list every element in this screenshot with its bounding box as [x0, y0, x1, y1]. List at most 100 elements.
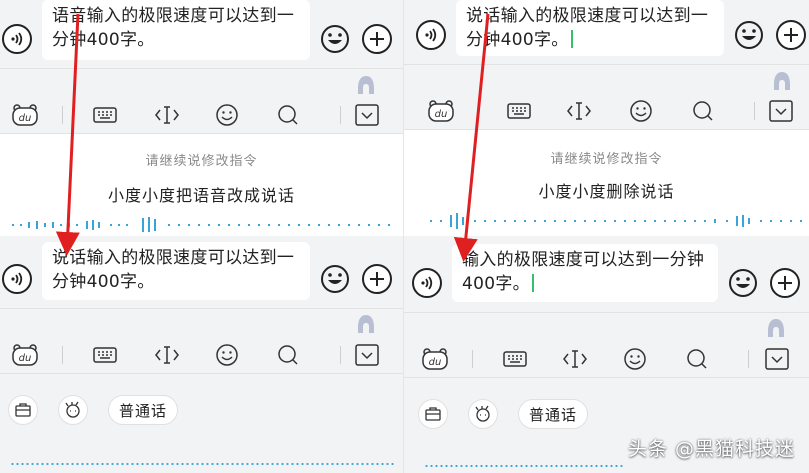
du-logo-icon: du: [422, 348, 448, 370]
dialect-pill[interactable]: 普通话: [108, 395, 178, 425]
watermark: 头条 @黑猫科技迷: [627, 438, 795, 460]
du-logo-button[interactable]: du: [426, 98, 456, 124]
voice-wave-icon: [421, 276, 433, 290]
briefcase-icon: [425, 407, 441, 421]
emoji-panel-button[interactable]: [212, 102, 242, 128]
assistant-icon[interactable]: [766, 317, 786, 339]
emoji-button[interactable]: [320, 24, 350, 54]
keyboard-icon: [507, 103, 531, 119]
keyboard-icon: [93, 107, 117, 123]
message-row: 输入的极限速度可以达到一分钟400字。: [404, 236, 809, 308]
emoji-icon: [624, 348, 646, 370]
panel-top-right: 说话输入的极限速度可以达到一分钟400字。 du 请继续说修改指令 小度小度删除…: [404, 0, 809, 232]
cursor-move-button[interactable]: [564, 98, 594, 124]
toolbox-button[interactable]: [418, 399, 448, 429]
panel-bottom-left: 说话输入的极限速度可以达到一分钟400字。 du 普通话: [0, 236, 403, 473]
cursor-move-button[interactable]: [560, 346, 590, 372]
dialect-pill[interactable]: 普通话: [518, 399, 588, 429]
smile-icon: [729, 269, 757, 297]
collapse-icon: [769, 100, 793, 122]
tool-strip: [0, 68, 403, 98]
tool-strip: [0, 308, 403, 338]
assistant-icon[interactable]: [356, 313, 376, 335]
add-button[interactable]: [362, 24, 392, 54]
add-button[interactable]: [362, 264, 392, 294]
search-button[interactable]: [688, 98, 718, 124]
toolbox-button[interactable]: [8, 395, 38, 425]
voice-toggle-button[interactable]: [2, 264, 32, 294]
emoji-panel-button[interactable]: [620, 346, 650, 372]
message-text[interactable]: 说话输入的极限速度可以达到一分钟400字。: [456, 0, 724, 56]
voice-edit-area: 请继续说修改指令 小度小度把语音改成说话: [0, 134, 403, 232]
keyboard-button[interactable]: [90, 102, 120, 128]
du-logo-text: du: [19, 353, 32, 364]
message-content: 说话输入的极限速度可以达到一分钟400字。: [466, 6, 709, 50]
search-icon: [278, 105, 298, 125]
toolbar-separator: [340, 346, 341, 364]
voice-toggle-button[interactable]: [412, 268, 442, 298]
message-content: 语音输入的极限速度可以达到一分钟400字。: [52, 6, 295, 50]
emoji-button[interactable]: [734, 20, 764, 50]
emoji-icon: [216, 104, 238, 126]
search-icon: [687, 349, 707, 369]
voice-wave-icon: [425, 28, 437, 42]
keyboard-button[interactable]: [504, 98, 534, 124]
voice-wave-icon: [11, 272, 23, 286]
du-logo-text: du: [435, 109, 448, 120]
collapse-icon: [355, 104, 379, 126]
collapse-keyboard-button[interactable]: [352, 102, 382, 128]
message-text[interactable]: 语音输入的极限速度可以达到一分钟400字。: [42, 0, 310, 60]
toolbar-separator: [340, 106, 341, 124]
sticker-button[interactable]: [468, 399, 498, 429]
plus-icon: [370, 272, 384, 286]
du-logo-button[interactable]: du: [10, 342, 40, 368]
search-button[interactable]: [273, 342, 303, 368]
emoji-button[interactable]: [728, 268, 758, 298]
panel-top-left: 语音输入的极限速度可以达到一分钟400字。 du 请继续说修改指令 小度小度把语…: [0, 0, 403, 232]
smile-icon: [321, 265, 349, 293]
search-button[interactable]: [273, 102, 303, 128]
emoji-panel-button[interactable]: [626, 98, 656, 124]
collapse-keyboard-button[interactable]: [352, 342, 382, 368]
assistant-icon[interactable]: [772, 70, 792, 92]
add-button[interactable]: [776, 20, 806, 50]
message-row: 说话输入的极限速度可以达到一分钟400字。: [404, 0, 809, 72]
panel-bottom-right: 输入的极限速度可以达到一分钟400字。 du 普通话 头条 @黑猫科技迷: [404, 236, 809, 473]
message-text[interactable]: 输入的极限速度可以达到一分钟400字。: [452, 244, 718, 302]
cursor-move-icon: [155, 106, 179, 124]
keyboard-icon: [503, 351, 527, 367]
emoji-button[interactable]: [320, 264, 350, 294]
voice-toggle-button[interactable]: [416, 20, 446, 50]
cursor-move-button[interactable]: [152, 102, 182, 128]
du-logo-icon: du: [428, 100, 454, 122]
du-logo-text: du: [19, 113, 32, 124]
voice-waveform: [10, 463, 395, 465]
du-logo-button[interactable]: du: [420, 346, 450, 372]
cursor-move-button[interactable]: [152, 342, 182, 368]
keyboard-toolbar: du: [0, 336, 403, 374]
du-logo-button[interactable]: du: [10, 102, 40, 128]
sticker-button[interactable]: [58, 395, 88, 425]
collapse-keyboard-button[interactable]: [762, 346, 792, 372]
message-row: 说话输入的极限速度可以达到一分钟400字。: [0, 236, 403, 308]
briefcase-icon: [15, 403, 31, 417]
search-button[interactable]: [682, 346, 712, 372]
voice-edit-area: 请继续说修改指令 小度小度删除说话: [404, 130, 809, 232]
voice-waveform: [430, 213, 802, 229]
message-text[interactable]: 说话输入的极限速度可以达到一分钟400字。: [42, 242, 310, 300]
keyboard-button[interactable]: [90, 342, 120, 368]
collapse-keyboard-button[interactable]: [766, 98, 796, 124]
assistant-icon[interactable]: [356, 74, 376, 96]
voice-waveform: [424, 465, 624, 467]
du-logo-text: du: [429, 357, 442, 368]
plus-icon: [784, 28, 798, 42]
voice-toggle-button[interactable]: [2, 24, 32, 54]
toolbar-separator: [478, 102, 479, 120]
keyboard-toolbar: du: [404, 92, 809, 130]
voice-command: 小度小度删除说话: [538, 182, 675, 201]
smile-icon: [735, 21, 763, 49]
keyboard-icon: [93, 347, 117, 363]
keyboard-button[interactable]: [500, 346, 530, 372]
emoji-panel-button[interactable]: [212, 342, 242, 368]
add-button[interactable]: [770, 268, 800, 298]
